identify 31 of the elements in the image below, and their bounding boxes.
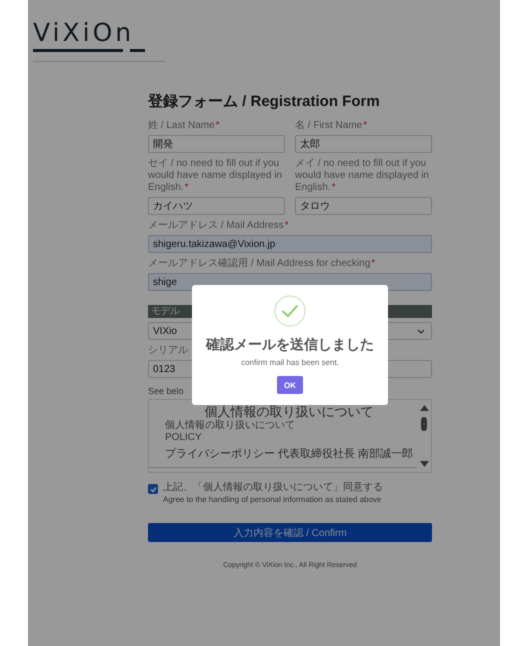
field-label: 姓 / Last Name* [148, 120, 221, 132]
agreement-note: Agree to the handling of personal information as stated above [163, 494, 382, 505]
field-label: メールアドレス / Mail Address* [148, 220, 290, 232]
policy-subheading: プライバシーポリシー 代表取締役社長 南部誠一郎 [165, 446, 413, 462]
field-label: メールアドレス確認用 / Mail Address for checking* [148, 258, 376, 270]
logo-text: ViXiOn [33, 20, 136, 46]
input-field[interactable]: 開発 [148, 135, 285, 153]
section-title: モデル [151, 306, 180, 318]
ok-button[interactable]: OK [277, 376, 303, 394]
dialog-message: confirm mail has been sent. [241, 358, 339, 367]
policy-text: POLICY [165, 432, 203, 444]
field-label: 名 / First Name* [295, 120, 368, 132]
policy-intro: See belo [148, 385, 184, 397]
agree-checkbox[interactable] [148, 484, 158, 494]
field-label: メイ / no need to fill out if you would have name displayed in English.* [295, 158, 430, 194]
input-field[interactable]: タロウ [295, 197, 432, 215]
input-field[interactable]: shigeru.takizawa@Vixion.jp [148, 235, 432, 253]
scroll-up-icon [420, 405, 428, 411]
input-field[interactable]: 太郎 [295, 135, 432, 153]
policy-text: 個人情報の取り扱いについて [165, 420, 296, 432]
chevron-down-icon [417, 328, 425, 334]
agreement-label: 上記、「個人情報の取り扱いについて」同意する [163, 482, 383, 494]
confirm-button[interactable]: 入力内容を確認 / Confirm [148, 523, 432, 542]
dialog-title: 確認メールを送信しました [206, 336, 374, 352]
scrollbar-thumb-icon [421, 417, 427, 431]
check-circle-icon [274, 295, 306, 327]
scroll-down-icon [420, 461, 428, 467]
form-title: 登録フォーム / Registration Form [148, 92, 381, 111]
policy-heading: 個人情報の取り扱いについて [204, 404, 374, 420]
input-field[interactable]: カイハツ [148, 197, 285, 215]
field-label: セイ / no need to fill out if you would have name displayed in English.* [148, 158, 283, 194]
